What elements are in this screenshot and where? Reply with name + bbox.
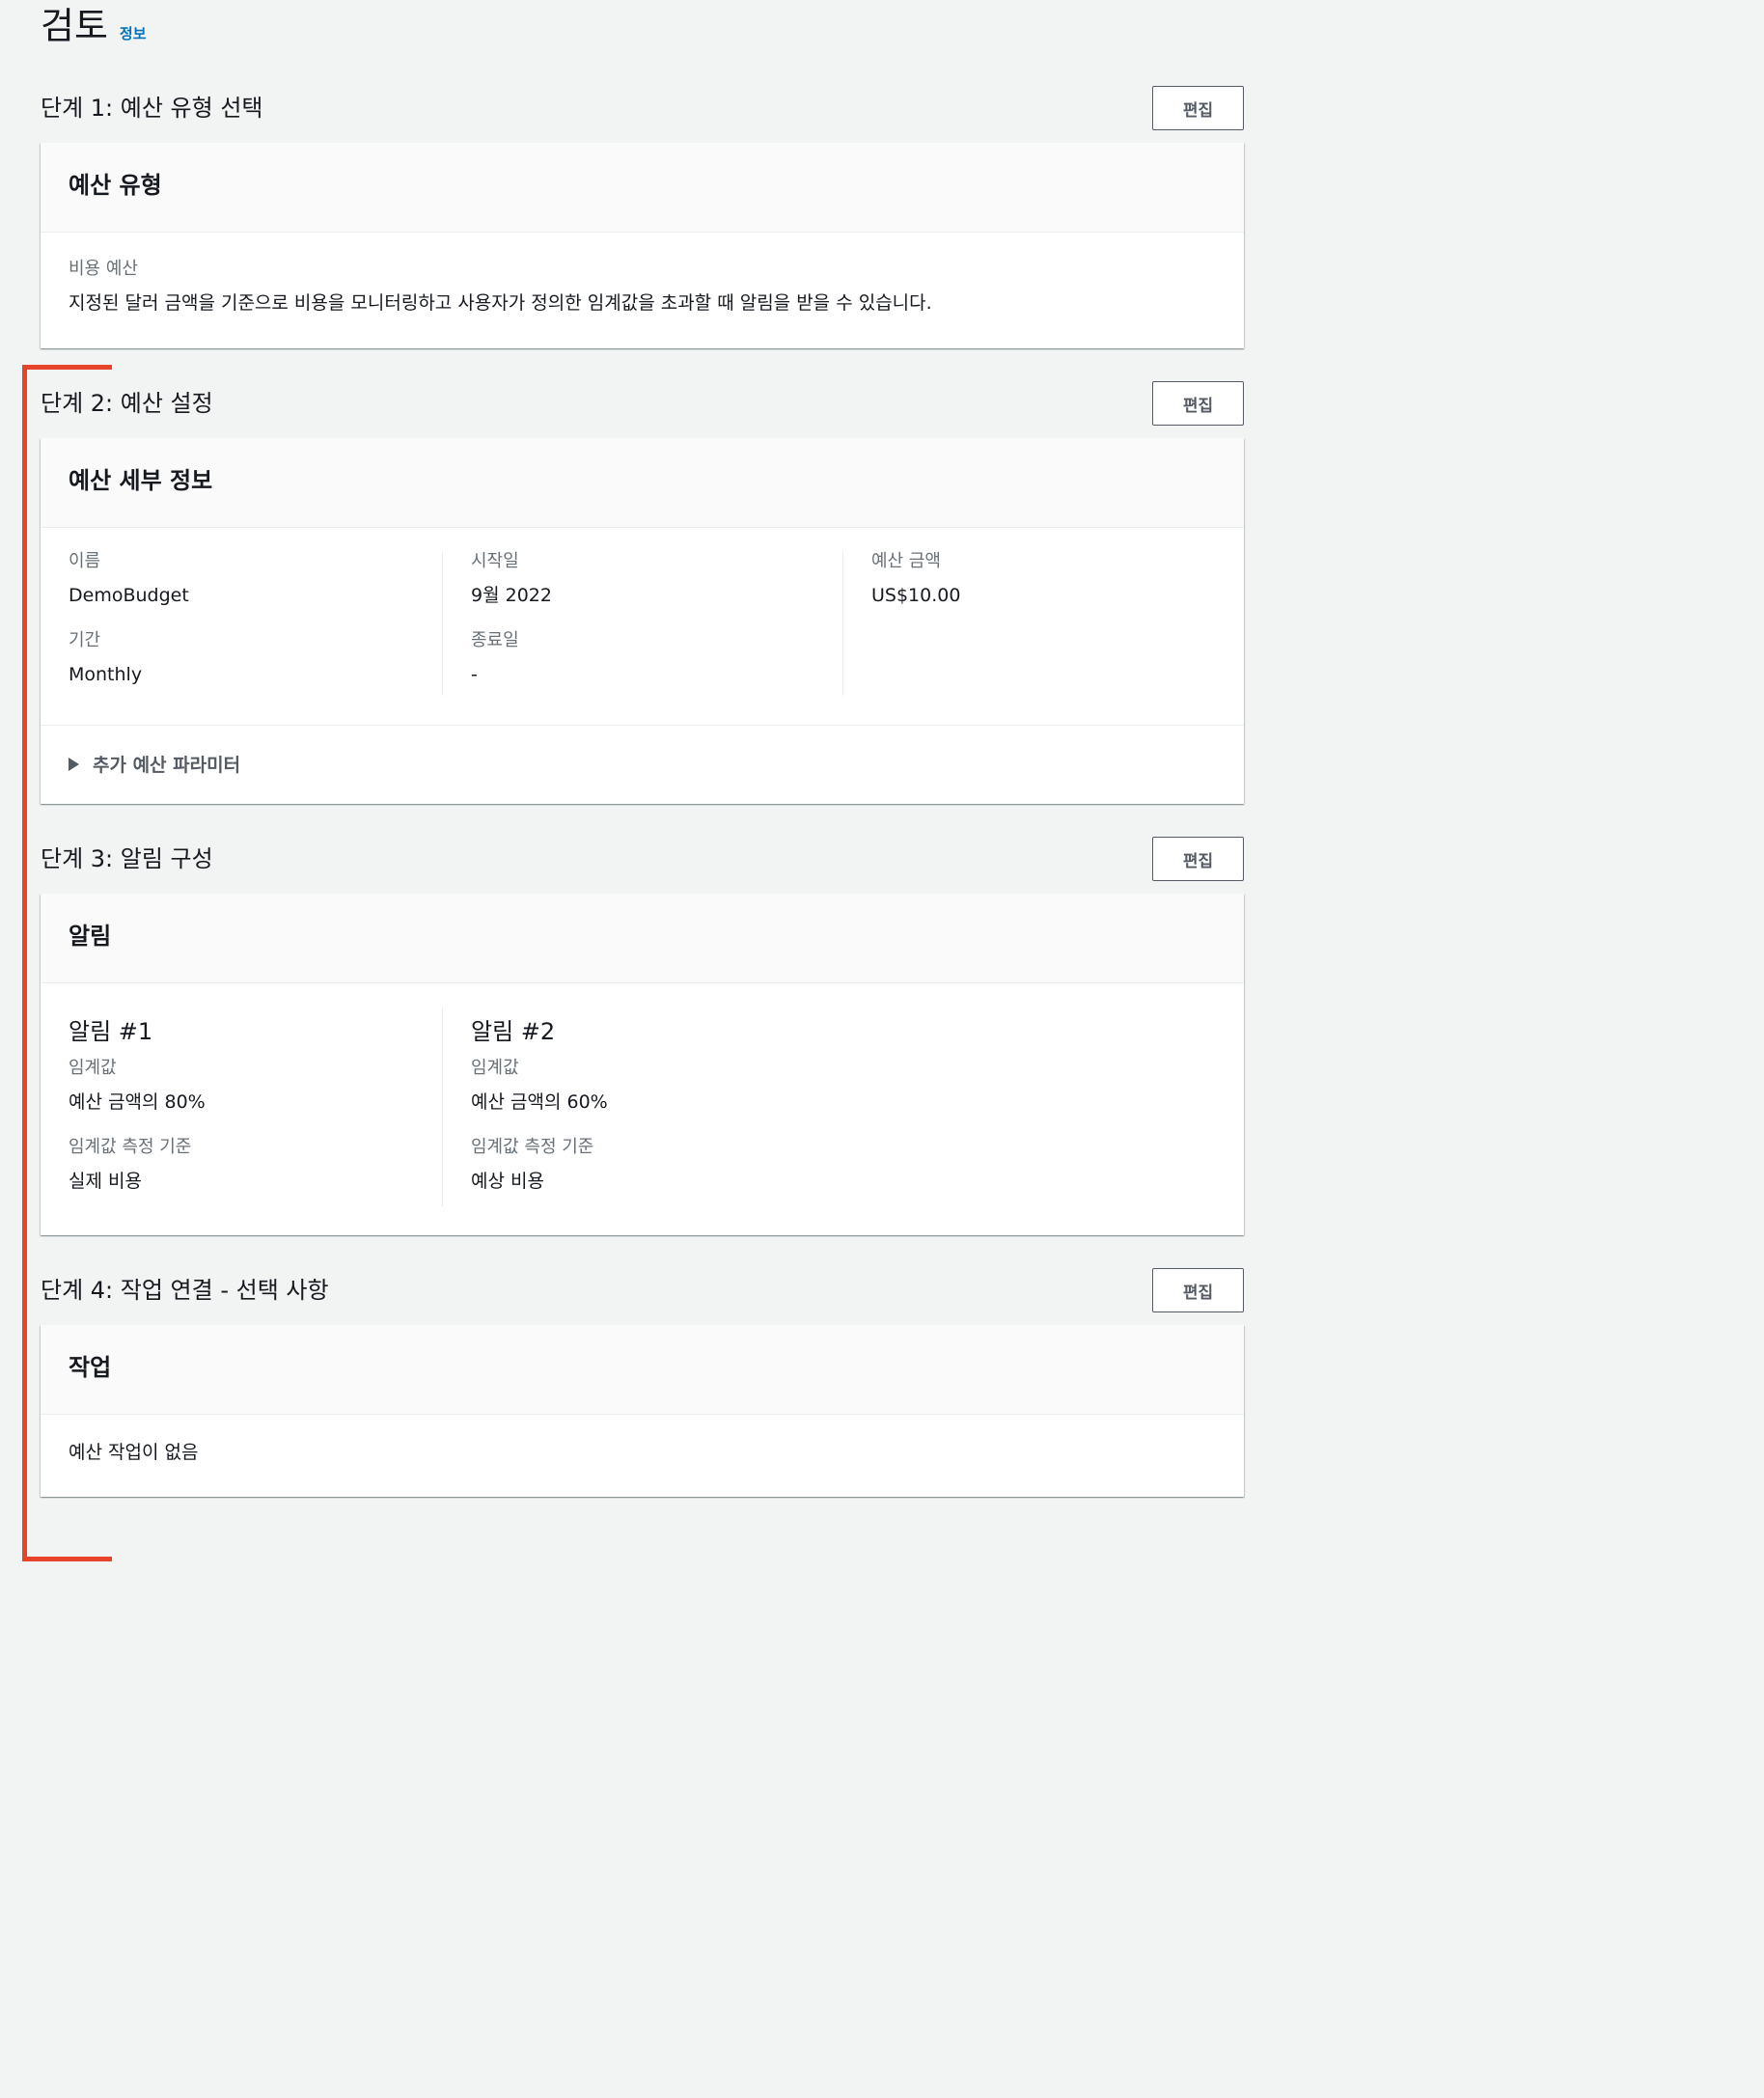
alert-1-basis-label: 임계값 측정 기준 (69, 1137, 192, 1157)
details-divider-2 (842, 551, 843, 696)
alert-1-basis-value: 실제 비용 (69, 1171, 142, 1192)
details-column-2: 시작일 9월 2022 종료일 - (471, 549, 552, 688)
page-title: 검토 (41, 5, 108, 47)
budget-details-body: 이름 DemoBudget 기간 Monthly 시작일 9월 2022 종료일… (41, 528, 1244, 726)
step-2-header: 단계 2: 예산 설정 편집 (41, 381, 1244, 426)
alert-2-title: 알림 #2 (471, 1018, 556, 1045)
step-3-title: 단계 3: 알림 구성 (41, 845, 213, 872)
details-column-1: 이름 DemoBudget 기간 Monthly (69, 549, 189, 688)
budget-type-description: 지정된 달러 금액을 기준으로 비용을 모니터링하고 사용자가 정의한 임계값을… (69, 292, 932, 314)
alerts-card-title: 알림 (69, 923, 112, 950)
no-actions-text: 예산 작업이 없음 (69, 1442, 199, 1463)
period-label: 기간 (69, 630, 101, 650)
period-value: Monthly (69, 664, 143, 685)
budget-type-label: 비용 예산 (69, 259, 138, 279)
step-3-edit-button[interactable]: 편집 (1152, 837, 1244, 881)
budget-amount-label: 예산 금액 (871, 551, 941, 571)
budget-details-card-title: 예산 세부 정보 (69, 467, 213, 494)
actions-card-title: 작업 (69, 1354, 112, 1381)
alerts-card-header: 알림 (41, 894, 1244, 983)
page-header: 검토 정보 (41, 4, 147, 48)
alert-1-title: 알림 #1 (69, 1018, 153, 1045)
details-divider-1 (442, 551, 443, 696)
alerts-divider (442, 1007, 443, 1206)
step-2-edit-button[interactable]: 편집 (1152, 381, 1244, 426)
alert-1: 알림 #1 임계값 예산 금액의 80% 임계값 측정 기준 실제 비용 (69, 1015, 206, 1195)
start-date-label: 시작일 (471, 551, 519, 571)
step-4-header: 단계 4: 작업 연결 - 선택 사항 편집 (41, 1268, 1244, 1312)
budget-type-card-title: 예산 유형 (69, 172, 162, 199)
name-value: DemoBudget (69, 585, 189, 606)
alert-2-basis-value: 예상 비용 (471, 1171, 544, 1192)
name-label: 이름 (69, 551, 101, 571)
step-4-title: 단계 4: 작업 연결 - 선택 사항 (41, 1277, 329, 1304)
info-link[interactable]: 정보 (120, 23, 147, 43)
step-3-header: 단계 3: 알림 구성 편집 (41, 837, 1244, 881)
caret-right-icon (69, 757, 79, 771)
budget-amount-value: US$10.00 (871, 585, 961, 606)
additional-parameters-label: 추가 예산 파라미터 (93, 755, 241, 776)
alerts-card: 알림 알림 #1 임계값 예산 금액의 80% 임계값 측정 기준 실제 비용 … (41, 894, 1244, 1235)
budget-details-card-header: 예산 세부 정보 (41, 438, 1244, 528)
step-2-title: 단계 2: 예산 설정 (41, 390, 213, 417)
step-1-title: 단계 1: 예산 유형 선택 (41, 95, 263, 122)
actions-card-header: 작업 (41, 1325, 1244, 1415)
alert-2-basis-label: 임계값 측정 기준 (471, 1137, 594, 1157)
alert-2-threshold-value: 예산 금액의 60% (471, 1091, 608, 1113)
step-1-header: 단계 1: 예산 유형 선택 편집 (41, 86, 1244, 130)
start-date-value: 9월 2022 (471, 585, 552, 606)
alert-2: 알림 #2 임계값 예산 금액의 60% 임계값 측정 기준 예상 비용 (471, 1015, 608, 1195)
step-1-edit-button[interactable]: 편집 (1152, 86, 1244, 130)
actions-card: 작업 예산 작업이 없음 (41, 1325, 1244, 1497)
details-column-3: 예산 금액 US$10.00 (871, 549, 960, 609)
end-date-label: 종료일 (471, 630, 519, 650)
additional-parameters-expander[interactable]: 추가 예산 파라미터 (69, 751, 240, 777)
alert-1-threshold-value: 예산 금액의 80% (69, 1091, 206, 1113)
alert-2-threshold-label: 임계값 (471, 1058, 519, 1078)
end-date-value: - (471, 664, 478, 685)
budget-type-card: 예산 유형 비용 예산 지정된 달러 금액을 기준으로 비용을 모니터링하고 사… (41, 143, 1244, 348)
budget-details-card: 예산 세부 정보 이름 DemoBudget 기간 Monthly 시작일 9월… (41, 438, 1244, 804)
alert-1-threshold-label: 임계값 (69, 1058, 117, 1078)
step-4-edit-button[interactable]: 편집 (1152, 1268, 1244, 1312)
budget-type-card-header: 예산 유형 (41, 143, 1244, 233)
